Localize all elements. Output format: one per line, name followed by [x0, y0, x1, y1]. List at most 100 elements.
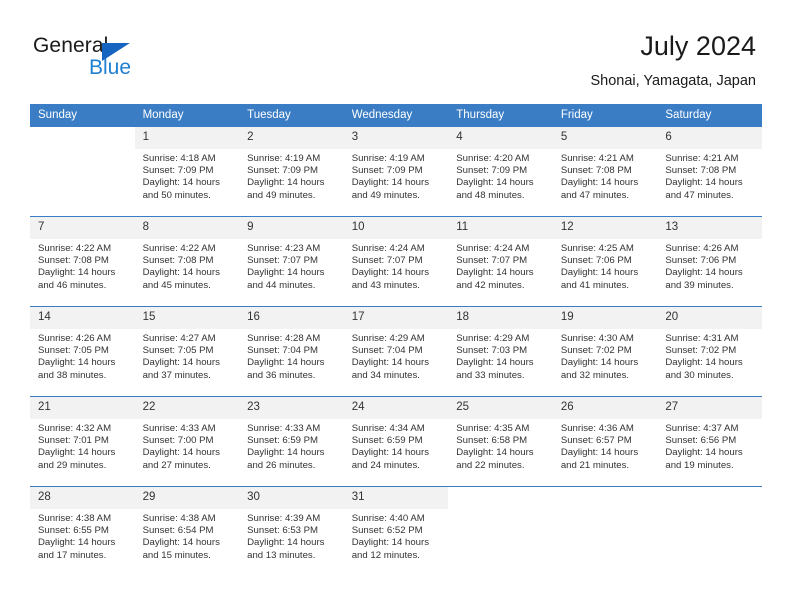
daylight-text-line2: and 15 minutes.	[142, 549, 211, 561]
day-details: Sunrise: 4:20 AM Sunset: 7:09 PM Daylight:…	[448, 149, 553, 202]
calendar-day-cell[interactable]: 18 Sunrise: 4:29 AM Sunset: 7:03 PM Dayligh…	[448, 306, 553, 397]
day-number: 14	[30, 307, 135, 329]
sunrise-text: Sunrise: 4:30 AM	[560, 333, 634, 344]
sunset-text: Sunset: 7:09 PM	[351, 165, 423, 177]
sunset-text: Sunset: 7:08 PM	[560, 165, 632, 177]
day-number: 27	[657, 397, 762, 419]
daylight-text-line2: and 41 minutes.	[560, 279, 630, 291]
calendar-cell-empty	[552, 486, 658, 576]
calendar-day-cell[interactable]: 31 Sunrise: 4:40 AM Sunset: 6:52 PM Dayligh…	[343, 486, 449, 576]
day-details: Sunrise: 4:23 AM Sunset: 7:07 PM Daylight:…	[239, 239, 344, 292]
daylight-text-line2: and 47 minutes.	[560, 189, 630, 201]
sunrise-text: Sunrise: 4:18 AM	[142, 153, 216, 164]
calendar-week-row: 1 Sunrise: 4:18 AM Sunset: 7:09 PM Daylight…	[30, 126, 762, 217]
calendar-table: Sunday Monday Tuesday Wednesday Thursday…	[30, 104, 762, 576]
day-number: 8	[134, 217, 240, 239]
daylight-text-line2: and 30 minutes.	[665, 369, 734, 381]
calendar-day-cell[interactable]: 19 Sunrise: 4:30 AM Sunset: 7:02 PM Dayligh…	[552, 306, 658, 397]
day-details: Sunrise: 4:34 AM Sunset: 6:59 PM Daylight:…	[344, 419, 449, 472]
day-number: 31	[343, 487, 449, 509]
sunset-text: Sunset: 7:06 PM	[560, 255, 632, 267]
calendar-day-cell[interactable]: 16 Sunrise: 4:28 AM Sunset: 7:04 PM Dayligh…	[239, 306, 344, 397]
daylight-text-line1: Daylight: 14 hours	[38, 447, 116, 459]
calendar-day-cell[interactable]: 24 Sunrise: 4:34 AM Sunset: 6:59 PM Dayligh…	[343, 396, 449, 487]
day-number: 6	[657, 127, 762, 149]
sunrise-text: Sunrise: 4:22 AM	[142, 243, 216, 254]
sunrise-text: Sunrise: 4:38 AM	[38, 513, 112, 524]
calendar-day-cell[interactable]: 29 Sunrise: 4:38 AM Sunset: 6:54 PM Dayligh…	[134, 486, 240, 576]
calendar-day-cell[interactable]: 27 Sunrise: 4:37 AM Sunset: 6:56 PM Dayligh…	[657, 396, 762, 487]
daylight-text-line2: and 19 minutes.	[665, 459, 734, 471]
weekday-header-wednesday: Wednesday	[343, 104, 449, 127]
sunset-text: Sunset: 6:54 PM	[142, 525, 214, 537]
calendar-day-cell[interactable]: 4 Sunrise: 4:20 AM Sunset: 7:09 PM Daylight…	[448, 126, 553, 217]
day-number: 20	[657, 307, 762, 329]
calendar-day-cell[interactable]: 5 Sunrise: 4:21 AM Sunset: 7:08 PM Daylight…	[552, 126, 658, 217]
sunrise-text: Sunrise: 4:38 AM	[142, 513, 216, 524]
calendar-day-cell[interactable]: 25 Sunrise: 4:35 AM Sunset: 6:58 PM Dayligh…	[448, 396, 553, 487]
sunrise-text: Sunrise: 4:32 AM	[38, 423, 112, 434]
calendar-day-cell[interactable]: 14 Sunrise: 4:26 AM Sunset: 7:05 PM Dayligh…	[30, 306, 135, 397]
sunrise-text: Sunrise: 4:23 AM	[247, 243, 321, 254]
day-number: 3	[343, 127, 449, 149]
daylight-text-line1: Daylight: 14 hours	[560, 177, 639, 189]
daylight-text-line2: and 50 minutes.	[142, 189, 211, 201]
calendar-day-cell[interactable]: 12 Sunrise: 4:25 AM Sunset: 7:06 PM Dayligh…	[552, 216, 658, 307]
calendar-day-cell[interactable]: 13 Sunrise: 4:26 AM Sunset: 7:06 PM Dayligh…	[657, 216, 762, 307]
calendar-day-cell[interactable]: 6 Sunrise: 4:21 AM Sunset: 7:08 PM Daylight…	[657, 126, 762, 217]
calendar-day-cell[interactable]: 3 Sunrise: 4:19 AM Sunset: 7:09 PM Daylight…	[343, 126, 449, 217]
calendar-day-cell[interactable]: 26 Sunrise: 4:36 AM Sunset: 6:57 PM Dayligh…	[552, 396, 658, 487]
sunset-text: Sunset: 7:05 PM	[142, 345, 214, 357]
sunset-text: Sunset: 6:59 PM	[351, 435, 423, 447]
daylight-text-line1: Daylight: 14 hours	[142, 267, 220, 279]
calendar-day-cell[interactable]: 17 Sunrise: 4:29 AM Sunset: 7:04 PM Dayligh…	[343, 306, 449, 397]
day-details: Sunrise: 4:35 AM Sunset: 6:58 PM Daylight:…	[448, 419, 553, 472]
calendar-day-cell[interactable]: 11 Sunrise: 4:24 AM Sunset: 7:07 PM Dayligh…	[448, 216, 553, 307]
daylight-text-line1: Daylight: 14 hours	[665, 177, 743, 189]
calendar-day-cell[interactable]: 9 Sunrise: 4:23 AM Sunset: 7:07 PM Daylight…	[239, 216, 344, 307]
daylight-text-line2: and 22 minutes.	[456, 459, 525, 471]
calendar-day-cell[interactable]: 1 Sunrise: 4:18 AM Sunset: 7:09 PM Daylight…	[134, 126, 240, 217]
calendar-day-cell[interactable]: 28 Sunrise: 4:38 AM Sunset: 6:55 PM Dayligh…	[30, 486, 135, 576]
calendar-day-cell[interactable]: 8 Sunrise: 4:22 AM Sunset: 7:08 PM Daylight…	[134, 216, 240, 307]
daylight-text-line1: Daylight: 14 hours	[665, 357, 743, 369]
sunrise-text: Sunrise: 4:20 AM	[456, 153, 530, 164]
day-number: 4	[448, 127, 553, 149]
sunrise-text: Sunrise: 4:40 AM	[351, 513, 425, 524]
logo-general-blue[interactable]: General Blue	[33, 34, 233, 84]
calendar-day-cell[interactable]: 23 Sunrise: 4:33 AM Sunset: 6:59 PM Dayligh…	[239, 396, 344, 487]
day-details: Sunrise: 4:39 AM Sunset: 6:53 PM Daylight:…	[239, 509, 344, 562]
sunset-text: Sunset: 7:03 PM	[456, 345, 528, 357]
day-details: Sunrise: 4:21 AM Sunset: 7:08 PM Daylight:…	[657, 149, 762, 202]
day-number: 19	[552, 307, 658, 329]
daylight-text-line2: and 49 minutes.	[247, 189, 316, 201]
calendar-day-cell[interactable]: 15 Sunrise: 4:27 AM Sunset: 7:05 PM Dayligh…	[134, 306, 240, 397]
calendar-cell-empty	[657, 486, 762, 576]
weekday-header-monday: Monday	[134, 104, 240, 127]
day-number: 11	[448, 217, 553, 239]
calendar-day-cell[interactable]: 21 Sunrise: 4:32 AM Sunset: 7:01 PM Dayligh…	[30, 396, 135, 487]
calendar-day-cell[interactable]: 22 Sunrise: 4:33 AM Sunset: 7:00 PM Dayligh…	[134, 396, 240, 487]
sunrise-text: Sunrise: 4:24 AM	[351, 243, 425, 254]
sunset-text: Sunset: 6:57 PM	[560, 435, 632, 447]
calendar-day-cell[interactable]: 20 Sunrise: 4:31 AM Sunset: 7:02 PM Dayligh…	[657, 306, 762, 397]
calendar-day-cell[interactable]: 10 Sunrise: 4:24 AM Sunset: 7:07 PM Dayligh…	[343, 216, 449, 307]
day-details: Sunrise: 4:25 AM Sunset: 7:06 PM Daylight:…	[553, 239, 658, 292]
sunset-text: Sunset: 7:01 PM	[38, 435, 109, 447]
daylight-text-line1: Daylight: 14 hours	[38, 267, 116, 279]
calendar-day-cell[interactable]: 2 Sunrise: 4:19 AM Sunset: 7:09 PM Daylight…	[239, 126, 344, 217]
logo-text-blue: Blue	[89, 56, 132, 79]
day-details: Sunrise: 4:19 AM Sunset: 7:09 PM Daylight:…	[344, 149, 449, 202]
daylight-text-line2: and 34 minutes.	[351, 369, 420, 381]
calendar-day-cell[interactable]: 30 Sunrise: 4:39 AM Sunset: 6:53 PM Dayligh…	[239, 486, 344, 576]
daylight-text-line2: and 26 minutes.	[247, 459, 316, 471]
daylight-text-line2: and 38 minutes.	[38, 369, 107, 381]
calendar-day-cell[interactable]: 7 Sunrise: 4:22 AM Sunset: 7:08 PM Daylight…	[30, 216, 135, 307]
page-title: July 2024	[640, 31, 756, 61]
daylight-text-line2: and 43 minutes.	[351, 279, 420, 291]
sunrise-text: Sunrise: 4:37 AM	[665, 423, 739, 434]
daylight-text-line1: Daylight: 14 hours	[351, 447, 430, 459]
sunrise-text: Sunrise: 4:31 AM	[665, 333, 739, 344]
daylight-text-line2: and 27 minutes.	[142, 459, 211, 471]
sunset-text: Sunset: 6:55 PM	[38, 525, 109, 537]
